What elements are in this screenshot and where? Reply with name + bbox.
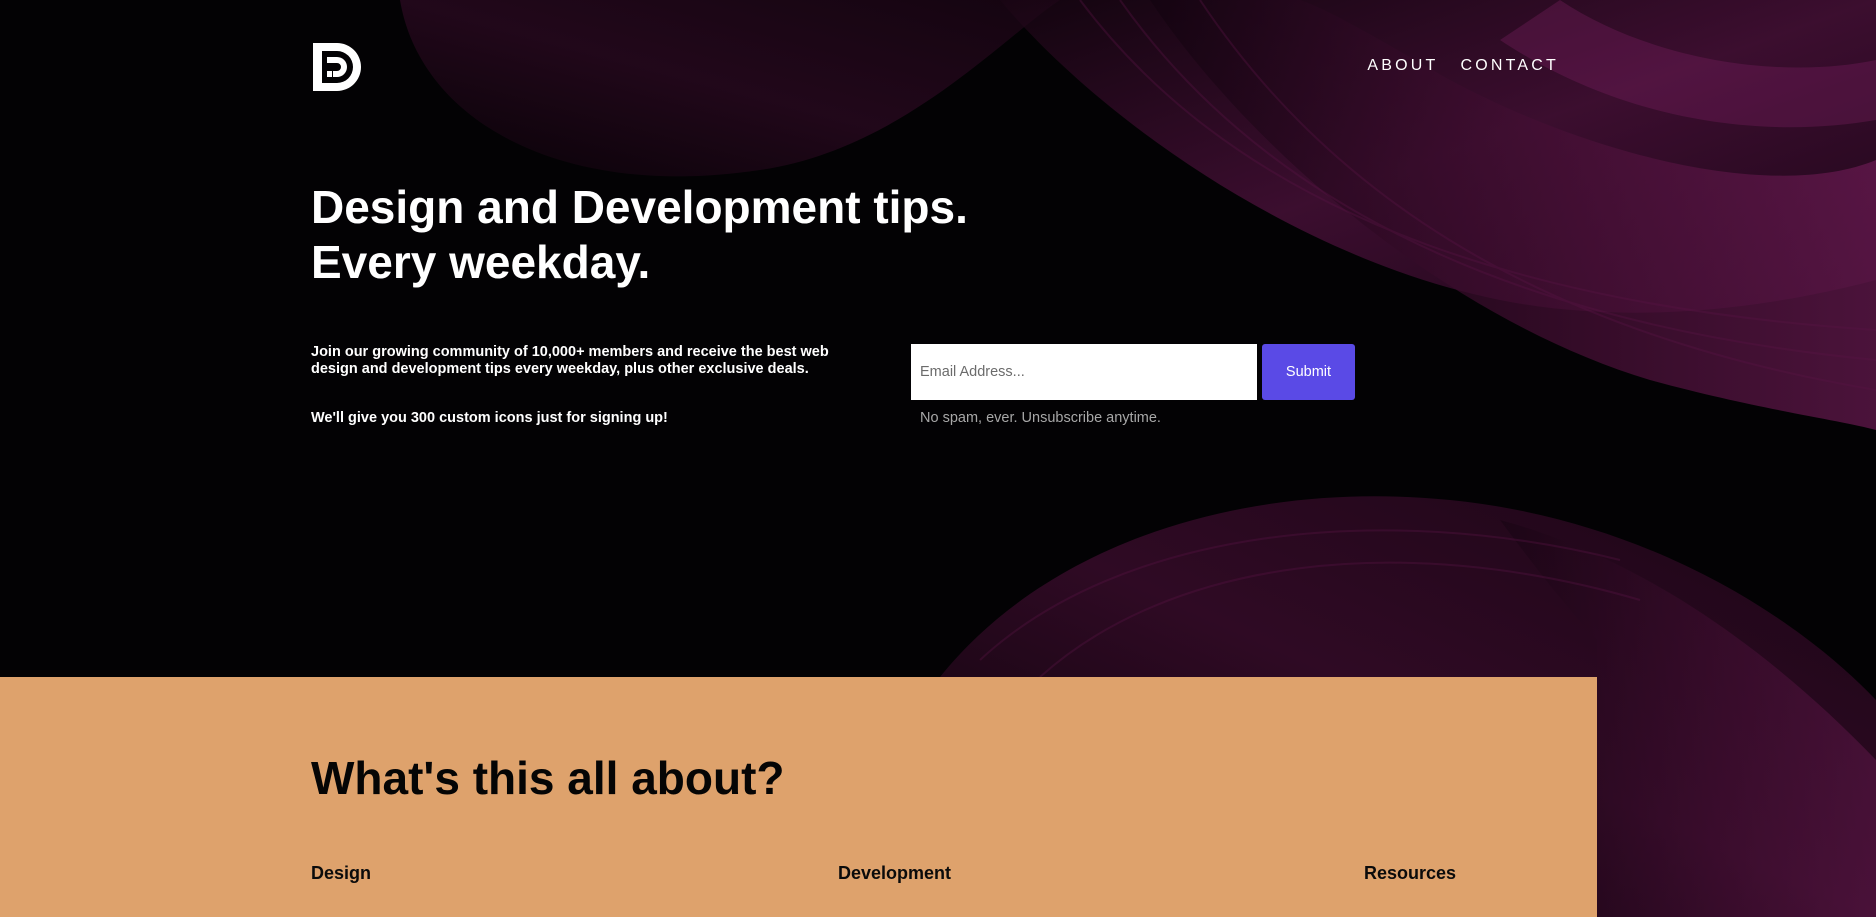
about-title: What's this all about?: [311, 752, 785, 804]
landing-page: ABOUT CONTACT Design and Development tip…: [0, 0, 1876, 917]
about-column-development: Development: [838, 863, 952, 883]
submit-button[interactable]: Submit: [1262, 344, 1355, 400]
about-column-resources: Resources: [1364, 863, 1457, 883]
hero-description: Join our growing community of 10,000+ me…: [311, 344, 829, 377]
main-nav: ABOUT CONTACT: [1367, 57, 1559, 75]
hero-title-line-1: Design and Development tips.: [311, 181, 968, 233]
about-column-design: Design: [311, 863, 372, 883]
signup-form: Submit: [911, 344, 1355, 400]
nav-contact-link[interactable]: CONTACT: [1460, 57, 1559, 75]
site-header: ABOUT CONTACT: [311, 41, 1559, 93]
hero-title: Design and Development tips. Every weekd…: [311, 180, 968, 290]
hero-title-line-2: Every weekday.: [311, 236, 651, 288]
hero-offer-text: We'll give you 300 custom icons just for…: [311, 410, 668, 426]
nav-about-link[interactable]: ABOUT: [1367, 57, 1438, 75]
signup-disclaimer: No spam, ever. Unsubscribe anytime.: [920, 410, 1161, 426]
dd-logo-icon[interactable]: [311, 41, 364, 93]
about-section: What's this all about? Design Developmen…: [0, 677, 1597, 917]
email-field[interactable]: [911, 344, 1257, 400]
